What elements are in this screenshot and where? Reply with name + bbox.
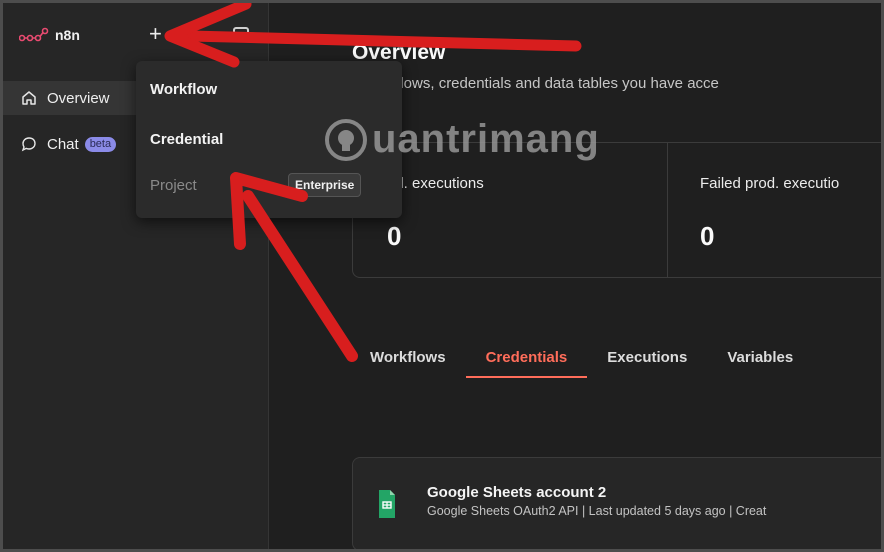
enterprise-badge: Enterprise <box>288 173 362 197</box>
google-sheets-icon <box>379 490 395 518</box>
menu-item-workflow[interactable]: Workflow <box>150 81 217 98</box>
credential-title: Google Sheets account 2 <box>427 484 607 501</box>
app-name: n8n <box>55 27 80 43</box>
menu-item-credential[interactable]: Credential <box>150 131 223 148</box>
tab-credentials[interactable]: Credentials <box>465 349 587 378</box>
stats-panel: od. executions 0 Failed prod. executio 0 <box>352 142 884 278</box>
stat-label: Failed prod. executio <box>700 175 840 192</box>
watermark: uantrimang <box>324 117 600 162</box>
tab-executions[interactable]: Executions <box>607 349 687 378</box>
tab-bar: Workflows Credentials Executions Variabl… <box>370 349 833 378</box>
lightbulb-logo-icon <box>325 118 367 161</box>
menu-item-project: Project <box>150 177 197 194</box>
watermark-text: uantrimang <box>372 117 600 161</box>
sidebar-item-label: Overview <box>47 89 110 107</box>
stat-failed-executions[interactable]: Failed prod. executio 0 <box>668 143 884 277</box>
tab-variables[interactable]: Variables <box>727 349 793 378</box>
stat-value: 0 <box>700 221 715 251</box>
home-icon <box>22 91 36 105</box>
n8n-logo-icon <box>19 27 49 42</box>
tab-workflows[interactable]: Workflows <box>370 349 446 378</box>
collapse-sidebar-icon[interactable] <box>233 27 249 41</box>
sidebar-header: n8n <box>3 3 268 67</box>
chat-icon <box>21 137 36 152</box>
credential-card[interactable]: Google Sheets account 2 Google Sheets OA… <box>352 457 884 551</box>
add-new-button[interactable]: + <box>149 23 162 45</box>
credential-meta: Google Sheets OAuth2 API | Last updated … <box>427 504 767 518</box>
app-logo[interactable]: n8n <box>19 27 80 43</box>
stat-value: 0 <box>387 221 402 251</box>
page-subtitle: e workflows, credentials and data tables… <box>352 75 719 92</box>
beta-badge: beta <box>84 136 117 152</box>
sidebar-item-label: Chat <box>47 135 79 153</box>
